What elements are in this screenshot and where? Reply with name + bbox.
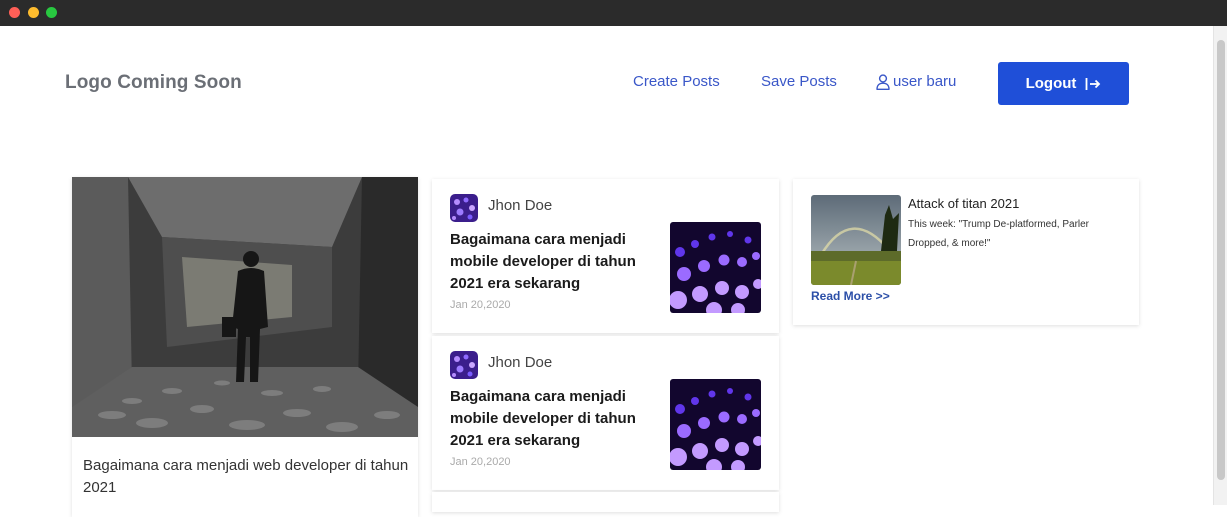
window-titlebar xyxy=(0,0,1227,26)
post-thumbnail[interactable] xyxy=(670,379,761,470)
side-article-title[interactable]: Attack of titan 2021 xyxy=(908,196,1019,211)
post-date: Jan 20,2020 xyxy=(450,299,511,311)
logout-icon xyxy=(1086,77,1101,90)
post-card[interactable] xyxy=(432,492,779,512)
user-icon xyxy=(876,73,890,90)
nav-save-posts[interactable]: Save Posts xyxy=(761,73,837,90)
author-name[interactable]: Jhon Doe xyxy=(488,354,552,371)
post-card[interactable]: Jhon Doe Bagaimana cara menjadi mobile d… xyxy=(432,179,779,333)
post-title[interactable]: Bagaimana cara menjadi mobile developer … xyxy=(450,386,660,452)
featured-article-title[interactable]: Bagaimana cara menjadi web developer di … xyxy=(83,455,413,499)
close-window-button[interactable] xyxy=(9,7,20,18)
logout-button[interactable]: Logout xyxy=(998,62,1129,105)
maximize-window-button[interactable] xyxy=(46,7,57,18)
post-title[interactable]: Bagaimana cara menjadi mobile developer … xyxy=(450,229,660,295)
side-article-card[interactable]: Attack of titan 2021 This week: "Trump D… xyxy=(793,179,1139,325)
post-date: Jan 20,2020 xyxy=(450,456,511,468)
page-scrollbar[interactable] xyxy=(1213,26,1227,505)
featured-article-image[interactable] xyxy=(72,177,418,437)
scrollbar-thumb[interactable] xyxy=(1217,40,1225,480)
side-article-description: This week: "Trump De-platformed, Parler … xyxy=(908,219,1090,249)
author-name[interactable]: Jhon Doe xyxy=(488,197,552,214)
minimize-window-button[interactable] xyxy=(28,7,39,18)
nav-user-profile[interactable]: user baru xyxy=(876,73,956,90)
author-avatar xyxy=(450,194,478,222)
site-logo[interactable]: Logo Coming Soon xyxy=(65,72,242,94)
featured-article-card[interactable]: Bagaimana cara menjadi web developer di … xyxy=(72,177,418,517)
read-more-link[interactable]: Read More >> xyxy=(811,289,890,303)
nav-create-posts[interactable]: Create Posts xyxy=(633,73,720,90)
side-article-thumbnail[interactable] xyxy=(811,195,901,285)
post-card[interactable]: Jhon Doe Bagaimana cara menjadi mobile d… xyxy=(432,336,779,490)
logout-label: Logout xyxy=(1025,75,1077,92)
author-avatar xyxy=(450,351,478,379)
user-name-label: user baru xyxy=(893,73,957,90)
post-thumbnail[interactable] xyxy=(670,222,761,313)
